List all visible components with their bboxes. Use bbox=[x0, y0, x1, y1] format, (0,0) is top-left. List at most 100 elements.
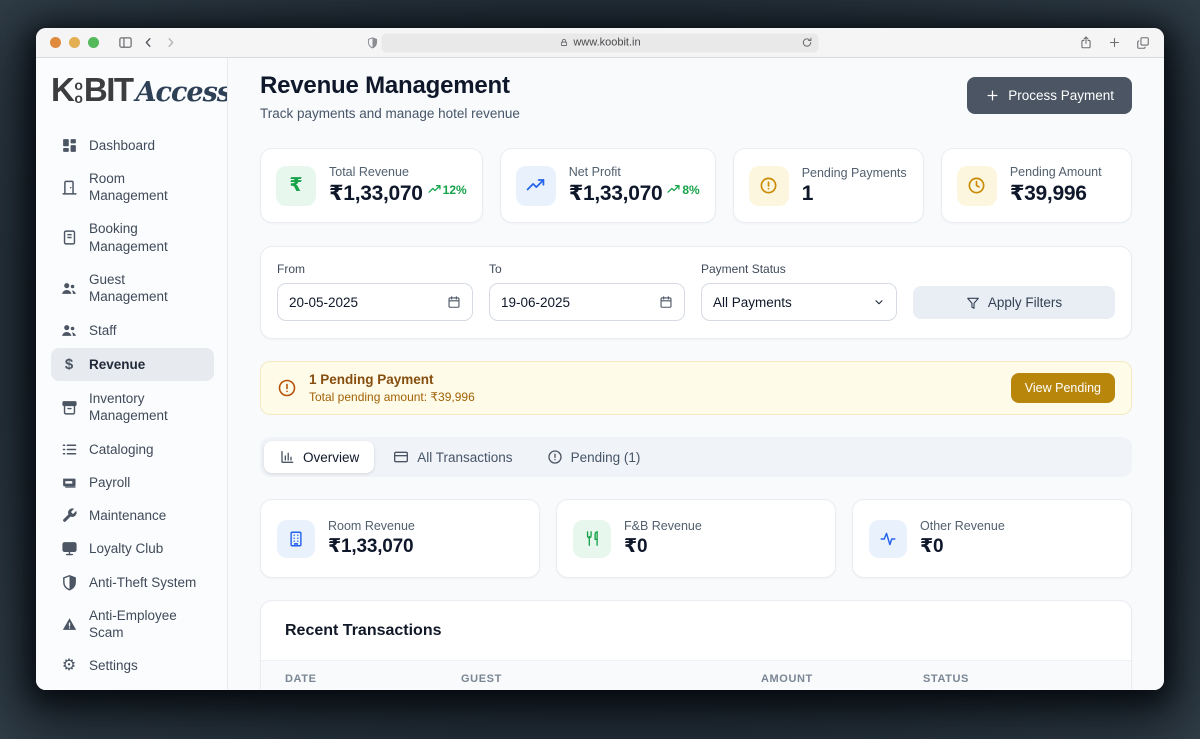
logo-letter-k: K bbox=[51, 71, 75, 108]
filters-card: From To Payment Status Al bbox=[260, 246, 1132, 339]
browser-window: www.koobit.in K o o BIT Access Dashboard… bbox=[36, 28, 1164, 690]
transactions-table-header: DATE GUEST AMOUNT STATUS bbox=[261, 660, 1131, 690]
main-content: Revenue Management Track payments and ma… bbox=[228, 58, 1164, 690]
sidebar: K o o BIT Access Dashboard Room Manageme… bbox=[36, 58, 228, 690]
lock-icon bbox=[559, 38, 568, 48]
users-icon bbox=[60, 322, 78, 339]
alert-circle-icon bbox=[277, 378, 297, 398]
activity-icon bbox=[869, 519, 907, 558]
page-title: Revenue Management bbox=[260, 72, 510, 99]
sidebar-toggle-icon[interactable] bbox=[118, 35, 133, 50]
sidebar-item-inventory-management[interactable]: Inventory Management bbox=[51, 383, 214, 432]
pending-payments-value: 1 bbox=[801, 181, 814, 205]
logo-stacked-oo: o o bbox=[74, 77, 83, 107]
recent-transactions-title: Recent Transactions bbox=[285, 622, 442, 639]
column-header-status: STATUS bbox=[923, 673, 969, 685]
stat-cards: ₹ Total Revenue ₹1,33,070 12% Net Profit… bbox=[260, 148, 1132, 223]
sidebar-item-dashboard[interactable]: Dashboard bbox=[51, 130, 214, 161]
list-icon bbox=[60, 441, 78, 458]
sidebar-item-loyalty-club[interactable]: Loyalty Club bbox=[51, 533, 214, 564]
trending-up-icon bbox=[428, 185, 441, 193]
credit-card-icon bbox=[393, 449, 409, 465]
to-date-value[interactable] bbox=[501, 294, 631, 310]
pending-payments-card: Pending Payments 1 bbox=[732, 148, 924, 223]
sidebar-item-booking-management[interactable]: Booking Management bbox=[51, 213, 214, 262]
reload-icon[interactable] bbox=[802, 36, 813, 48]
sidebar-item-maintenance[interactable]: Maintenance bbox=[51, 500, 214, 531]
net-profit-value: ₹1,33,070 bbox=[568, 182, 663, 205]
page-subtitle: Track payments and manage hotel revenue bbox=[260, 106, 520, 121]
tab-overview-icon[interactable] bbox=[1136, 36, 1150, 50]
door-icon bbox=[60, 179, 78, 196]
fnb-revenue-value: ₹0 bbox=[624, 536, 648, 557]
rupee-icon: ₹ bbox=[276, 165, 316, 206]
new-tab-icon[interactable] bbox=[1108, 36, 1121, 49]
minimize-window-button[interactable] bbox=[69, 37, 80, 48]
plus-icon bbox=[985, 88, 1000, 103]
back-icon[interactable] bbox=[142, 36, 155, 49]
shield-icon bbox=[60, 574, 78, 591]
net-profit-card: Net Profit ₹1,33,070 8% bbox=[499, 148, 716, 223]
tab-overview[interactable]: Overview bbox=[264, 441, 375, 473]
room-revenue-card: Room Revenue ₹1,33,070 bbox=[260, 499, 540, 578]
pending-amount-card: Pending Amount ₹39,996 bbox=[940, 148, 1132, 223]
url-text: www.koobit.in bbox=[573, 36, 641, 49]
from-date-input[interactable] bbox=[277, 283, 473, 321]
calendar-icon[interactable] bbox=[447, 295, 461, 309]
sidebar-item-settings[interactable]: ⚙ Settings bbox=[51, 650, 214, 681]
gear-icon: ⚙ bbox=[61, 657, 77, 675]
payment-status-select[interactable]: All Payments bbox=[701, 283, 897, 321]
alert-title: 1 Pending Payment bbox=[309, 372, 434, 387]
share-icon[interactable] bbox=[1079, 35, 1093, 50]
toolbar-right-actions bbox=[1079, 35, 1150, 50]
wrench-icon bbox=[60, 507, 78, 524]
other-revenue-card: Other Revenue ₹0 bbox=[852, 499, 1132, 578]
building-icon bbox=[277, 519, 315, 558]
trending-up-icon bbox=[515, 165, 556, 206]
zoom-window-button[interactable] bbox=[88, 37, 99, 48]
page-header: Revenue Management Track payments and ma… bbox=[260, 72, 1132, 121]
to-date-field: To bbox=[489, 262, 685, 321]
logo-access-script: Access bbox=[135, 76, 228, 108]
sidebar-item-cataloging[interactable]: Cataloging bbox=[51, 434, 214, 465]
process-payment-button[interactable]: Process Payment bbox=[967, 77, 1132, 114]
funnel-icon bbox=[966, 296, 980, 310]
calendar-icon[interactable] bbox=[659, 295, 673, 309]
recent-transactions-card: Recent Transactions DATE GUEST AMOUNT ST… bbox=[260, 600, 1132, 690]
payment-status-field: Payment Status All Payments bbox=[701, 262, 897, 321]
sidebar-item-guest-management[interactable]: Guest Management bbox=[51, 264, 214, 313]
revenue-breakdown-cards: Room Revenue ₹1,33,070 F&B Revenue ₹0 Ot… bbox=[260, 499, 1132, 578]
view-pending-button[interactable]: View Pending bbox=[1010, 373, 1115, 403]
column-header-amount: AMOUNT bbox=[761, 673, 813, 685]
sidebar-item-payroll[interactable]: Payroll bbox=[51, 467, 214, 498]
to-date-input[interactable] bbox=[489, 283, 685, 321]
sidebar-item-staff[interactable]: Staff bbox=[51, 315, 214, 346]
browser-toolbar: www.koobit.in bbox=[36, 28, 1164, 58]
window-controls bbox=[50, 37, 99, 48]
tab-pending[interactable]: Pending (1) bbox=[532, 441, 656, 473]
total-revenue-value: ₹1,33,070 bbox=[329, 182, 423, 205]
net-profit-trend: 8% bbox=[667, 183, 700, 197]
users-icon bbox=[60, 280, 78, 297]
privacy-shield-icon[interactable] bbox=[366, 36, 379, 50]
sidebar-item-anti-employee-scam[interactable]: Anti-Employee Scam bbox=[51, 600, 214, 649]
trending-up-icon bbox=[667, 185, 680, 193]
close-window-button[interactable] bbox=[50, 37, 61, 48]
address-bar[interactable]: www.koobit.in bbox=[381, 33, 819, 52]
tab-all-transactions[interactable]: All Transactions bbox=[378, 441, 527, 473]
archive-icon bbox=[60, 399, 78, 416]
forward-icon[interactable] bbox=[164, 36, 177, 49]
card-icon bbox=[60, 474, 78, 491]
column-header-date: DATE bbox=[285, 673, 317, 685]
sidebar-item-anti-theft-system[interactable]: Anti-Theft System bbox=[51, 567, 214, 598]
total-revenue-card: ₹ Total Revenue ₹1,33,070 12% bbox=[260, 148, 483, 223]
monitor-icon bbox=[60, 540, 78, 557]
sidebar-nav: Dashboard Room Management Booking Manage… bbox=[51, 130, 214, 682]
notebook-icon bbox=[60, 229, 78, 246]
apply-filters-button[interactable]: Apply Filters bbox=[913, 286, 1115, 319]
from-date-value[interactable] bbox=[289, 294, 419, 310]
tab-bar: Overview All Transactions Pending (1) bbox=[260, 437, 1132, 477]
sidebar-item-revenue[interactable]: $ Revenue bbox=[51, 347, 214, 381]
sidebar-item-room-management[interactable]: Room Management bbox=[51, 163, 214, 212]
warning-icon bbox=[60, 616, 78, 633]
